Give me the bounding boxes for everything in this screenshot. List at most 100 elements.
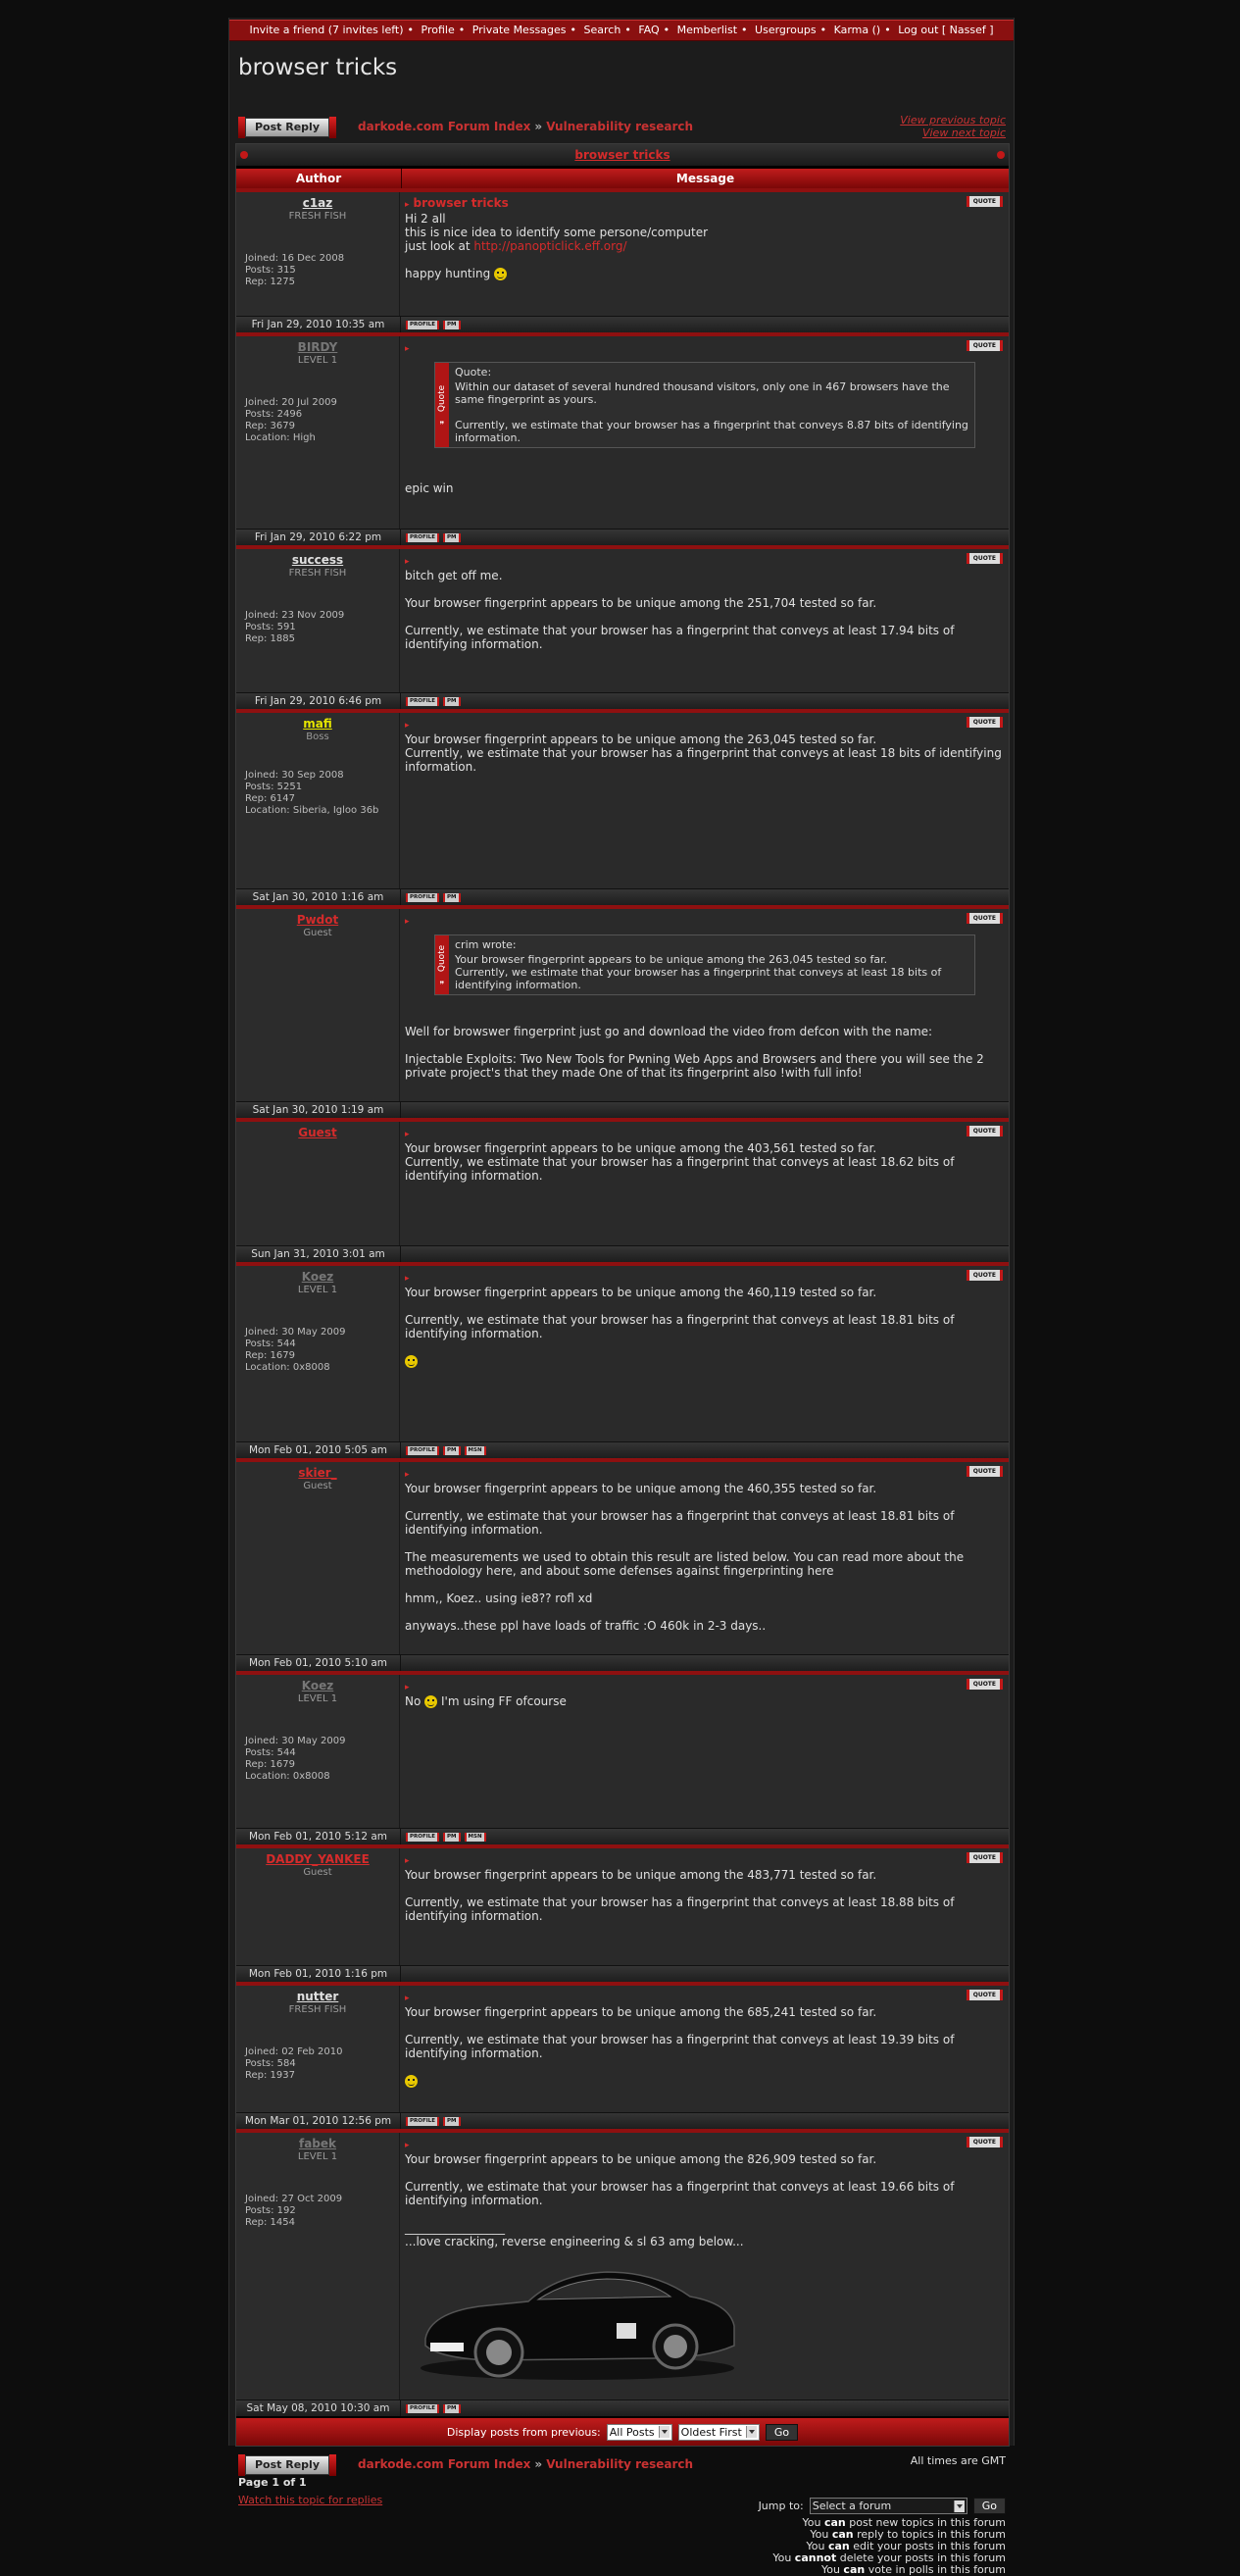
prev-topic-link[interactable]: View previous topic xyxy=(900,114,1006,126)
post-icon: ▸ xyxy=(405,344,410,354)
page-container: Invite a friend (7 invites left) • Profil… xyxy=(228,18,1015,2576)
post-author-name[interactable]: nutter xyxy=(244,1990,391,2003)
post-author-stats: Joined: 16 Dec 2008 Posts: 315 Rep: 1275 xyxy=(245,253,345,287)
post-link[interactable]: http://panopticlick.eff.org/ xyxy=(473,239,626,253)
profile-button[interactable]: PROFILE xyxy=(406,2403,440,2413)
post-author-rank: LEVEL 1 xyxy=(297,1693,338,1704)
post-author-name[interactable]: mafi xyxy=(244,717,391,731)
pm-button[interactable]: PM xyxy=(443,696,461,706)
nav-private-messages[interactable]: Private Messages xyxy=(472,24,567,36)
quote-button[interactable]: QUOTE xyxy=(966,717,1003,728)
topic-title-link[interactable]: browser tricks xyxy=(574,148,670,162)
smiley-icon xyxy=(424,1695,438,1708)
jump-forum-select[interactable]: Select a forum xyxy=(809,2498,967,2514)
pm-button[interactable]: PM xyxy=(443,2403,461,2413)
breadcrumb-forum[interactable]: Vulnerability research xyxy=(546,2457,693,2471)
post-author-name[interactable]: Guest xyxy=(244,1126,391,1139)
chevron-down-icon xyxy=(658,2426,670,2438)
pm-button[interactable]: PM xyxy=(443,1445,461,1455)
post-icon: ▸ xyxy=(405,2141,410,2150)
table-header: Author Message xyxy=(236,167,1009,188)
nav-invite[interactable]: Invite a friend (7 invites left) xyxy=(249,24,403,36)
quote-text: Your browser fingerprint appears to be u… xyxy=(455,953,942,991)
post: Guest ▸ QUOTE Your browser fingerprint app… xyxy=(236,1118,1009,1245)
post-reply-button[interactable]: Post Reply xyxy=(238,117,336,138)
quote-button[interactable]: QUOTE xyxy=(966,196,1003,207)
quote-button[interactable]: QUOTE xyxy=(966,1852,1003,1863)
post-text: happy hunting xyxy=(405,267,491,280)
post-footer: Fri Jan 29, 2010 10:35 am PROFILE PM xyxy=(236,316,1009,332)
post-author-stats: Joined: 30 May 2009 Posts: 544 Rep: 1679 Lo… xyxy=(245,1327,346,1373)
post-author: fabek LEVEL 1 Joined: 27 Oct 2009 Posts: 19… xyxy=(236,2133,400,2399)
quote-button[interactable]: QUOTE xyxy=(966,1679,1003,1690)
quote-button[interactable]: QUOTE xyxy=(966,913,1003,924)
next-topic-link[interactable]: View next topic xyxy=(900,126,1006,139)
quote-button[interactable]: QUOTE xyxy=(966,340,1003,351)
quote-button[interactable]: QUOTE xyxy=(966,1990,1003,2000)
post-author-name[interactable]: BIRDY xyxy=(244,340,391,354)
forum-permissions: You can post new topics in this forum You… xyxy=(772,2517,1006,2576)
post-icon: ▸ xyxy=(405,1130,410,1139)
post-author-name[interactable]: Koez xyxy=(244,1270,391,1284)
post-author-stats: Joined: 30 May 2009 Posts: 544 Rep: 1679 Lo… xyxy=(245,1736,346,1782)
profile-button[interactable]: PROFILE xyxy=(406,1445,440,1455)
pm-button[interactable]: PM xyxy=(443,2116,461,2126)
post-author-name[interactable]: success xyxy=(244,553,391,567)
post-icon: ▸ xyxy=(405,1470,410,1480)
profile-button[interactable]: PROFILE xyxy=(406,320,440,329)
profile-button[interactable]: PROFILE xyxy=(406,892,440,902)
profile-button[interactable]: PROFILE xyxy=(406,696,440,706)
post-author-name[interactable]: skier_ xyxy=(244,1466,391,1480)
msn-button[interactable]: MSN xyxy=(464,1832,486,1842)
pm-button[interactable]: PM xyxy=(443,1832,461,1842)
sort-order-select[interactable]: Oldest First xyxy=(677,2423,760,2441)
post-author-rank: FRESH FISH xyxy=(288,2004,347,2015)
post-icon: ▸ xyxy=(405,721,410,731)
post: nutter FRESH FISH Joined: 02 Feb 2010 Posts… xyxy=(236,1982,1009,2112)
quote-button[interactable]: QUOTE xyxy=(966,553,1003,564)
post-author-rank: Boss xyxy=(306,732,329,742)
pm-button[interactable]: PM xyxy=(443,320,461,329)
post-author-name[interactable]: DADDY_YANKEE xyxy=(244,1852,391,1866)
quote-button[interactable]: QUOTE xyxy=(966,1466,1003,1477)
breadcrumb-forum[interactable]: Vulnerability research xyxy=(546,120,693,133)
profile-button[interactable]: PROFILE xyxy=(406,1832,440,1842)
post-reply-button-bottom[interactable]: Post Reply xyxy=(238,2454,336,2476)
nav-logout[interactable]: Log out [ Nassef ] xyxy=(898,24,993,36)
go-button[interactable]: Go xyxy=(765,2423,799,2441)
nav-search[interactable]: Search xyxy=(584,24,621,36)
profile-button[interactable]: PROFILE xyxy=(406,2116,440,2126)
profile-button[interactable]: PROFILE xyxy=(406,532,440,542)
msn-button[interactable]: MSN xyxy=(464,1445,486,1455)
display-posts-select[interactable]: All Posts xyxy=(606,2423,672,2441)
post-author-rank: FRESH FISH xyxy=(288,211,347,222)
breadcrumb-home[interactable]: darkode.com Forum Index xyxy=(358,2457,530,2471)
quote-button[interactable]: QUOTE xyxy=(966,1126,1003,1136)
nav-memberlist[interactable]: Memberlist xyxy=(677,24,737,36)
post-author-name[interactable]: Koez xyxy=(244,1679,391,1692)
post-footer: Fri Jan 29, 2010 6:46 pm PROFILE PM xyxy=(236,692,1009,709)
post-footer: Mon Feb 01, 2010 5:05 am PROFILE PM MSN xyxy=(236,1441,1009,1458)
post-icon: ▸ xyxy=(405,1683,410,1692)
post-text: bitch get off me. Your browser fingerpri… xyxy=(405,569,955,651)
post-date: Sat May 08, 2010 10:30 am xyxy=(236,2400,401,2416)
post-author-name[interactable]: c1az xyxy=(244,196,391,210)
post-date: Fri Jan 29, 2010 6:46 pm xyxy=(236,693,401,709)
watch-topic-link[interactable]: Watch this topic for replies xyxy=(238,2494,382,2506)
pm-button[interactable]: PM xyxy=(443,532,461,542)
quote-button[interactable]: QUOTE xyxy=(966,2137,1003,2147)
quote-button[interactable]: QUOTE xyxy=(966,1270,1003,1281)
jump-to: Jump to: Select a forum Go xyxy=(759,2498,1006,2514)
post-date: Sun Jan 31, 2010 3:01 am xyxy=(236,1246,401,1262)
nav-karma[interactable]: Karma () xyxy=(834,24,881,36)
nav-usergroups[interactable]: Usergroups xyxy=(755,24,817,36)
post-author-name[interactable]: Pwdot xyxy=(244,913,391,927)
jump-go-button[interactable]: Go xyxy=(972,2498,1006,2514)
post-author: nutter FRESH FISH Joined: 02 Feb 2010 Posts… xyxy=(236,1986,400,2112)
nav-profile[interactable]: Profile xyxy=(422,24,455,36)
post-author-name[interactable]: fabek xyxy=(244,2137,391,2150)
post-date: Fri Jan 29, 2010 6:22 pm xyxy=(236,530,401,545)
breadcrumb-home[interactable]: darkode.com Forum Index xyxy=(358,120,530,133)
pm-button[interactable]: PM xyxy=(443,892,461,902)
nav-faq[interactable]: FAQ xyxy=(638,24,659,36)
